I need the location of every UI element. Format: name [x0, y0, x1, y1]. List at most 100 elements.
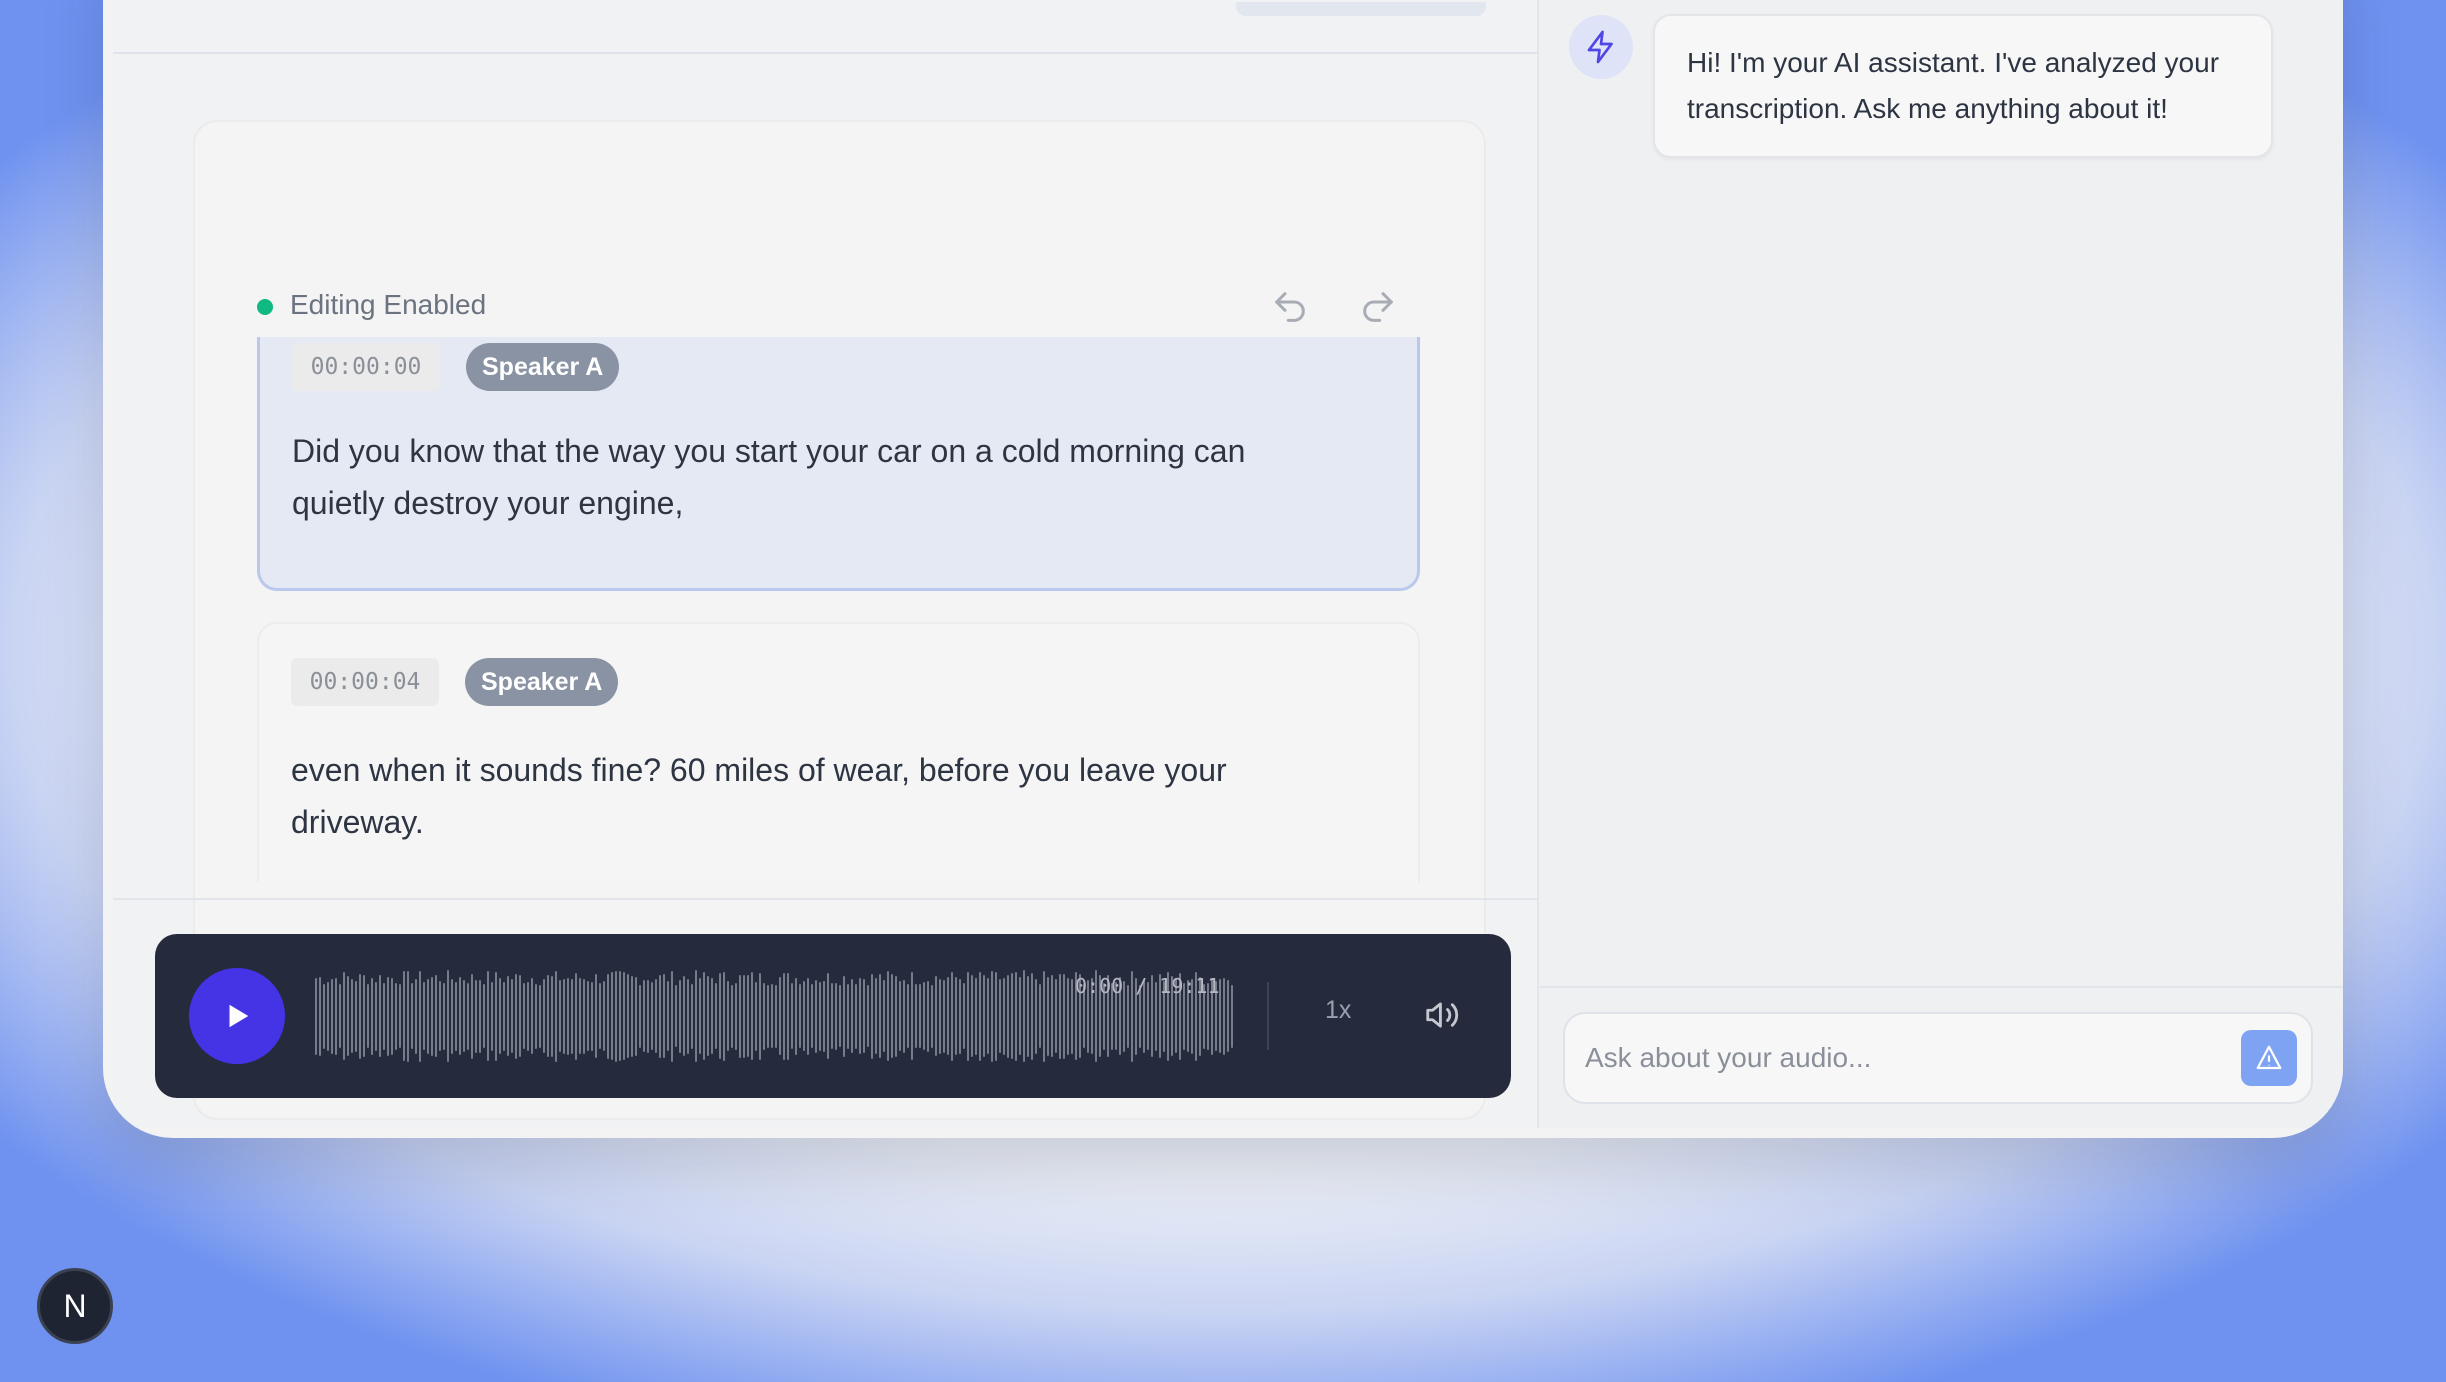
- waveform-bar: [959, 978, 961, 1054]
- waveform-bar: [519, 975, 521, 1057]
- waveform-bar: [783, 972, 785, 1060]
- waveform-bar: [423, 982, 425, 1050]
- chat-pane: Hi! I'm your AI assistant. I've analyzed…: [1537, 0, 2343, 1128]
- redo-button[interactable]: [1355, 284, 1401, 330]
- waveform-bar: [1019, 977, 1021, 1055]
- waveform-bar: [447, 970, 449, 1062]
- playback-speed-button[interactable]: 1x: [1325, 996, 1351, 1025]
- waveform-bar: [791, 983, 793, 1049]
- waveform-bar: [607, 973, 609, 1059]
- segment-text[interactable]: Did you know that the way you start your…: [292, 425, 1342, 529]
- volume-icon: [1426, 1002, 1459, 1028]
- waveform-bar: [891, 974, 893, 1058]
- waveform-bar: [763, 982, 765, 1050]
- waveform-bar: [415, 978, 417, 1054]
- volume-button[interactable]: [1417, 990, 1467, 1040]
- transcript-segment[interactable]: 00:00:00 Speaker A Did you know that the…: [257, 337, 1420, 591]
- waveform-bar: [439, 981, 441, 1051]
- waveform-bar: [1027, 975, 1029, 1057]
- waveform-bar: [715, 983, 717, 1049]
- chat-input-box: [1563, 1012, 2313, 1104]
- waveform-bar: [843, 975, 845, 1057]
- waveform-bar: [387, 976, 389, 1056]
- waveform-bar: [611, 972, 613, 1060]
- waveform-bar: [551, 975, 553, 1057]
- player-separator: [1267, 982, 1269, 1050]
- waveform-bar: [735, 982, 737, 1050]
- waveform-bar: [719, 973, 721, 1059]
- time-readout: 0:00 / 19:11: [1075, 974, 1220, 998]
- waveform-bar: [427, 978, 429, 1054]
- waveform-bar: [935, 976, 937, 1056]
- play-icon: [229, 1004, 249, 1028]
- waveform-bar: [331, 978, 333, 1054]
- waveform-bar: [335, 977, 337, 1055]
- waveform-bar: [435, 975, 437, 1057]
- chat-input[interactable]: [1585, 1030, 2205, 1086]
- waveform-bar: [979, 971, 981, 1061]
- waveform-bar: [431, 976, 433, 1056]
- waveform-bar: [795, 977, 797, 1055]
- waveform-bar: [1059, 973, 1061, 1059]
- waveform-bar: [923, 982, 925, 1050]
- speaker-badge[interactable]: Speaker A: [465, 658, 619, 706]
- waveform-bar: [411, 983, 413, 1049]
- waveform-bar: [523, 983, 525, 1049]
- waveform-bar: [747, 975, 749, 1057]
- waveform-bar: [879, 974, 881, 1058]
- transcript-segment[interactable]: 00:00:04 Speaker A even when it sounds f…: [257, 622, 1420, 882]
- waveform-bar: [675, 985, 677, 1047]
- segment-list[interactable]: 00:00:00 Speaker A Did you know that the…: [257, 337, 1422, 882]
- waveform-bar: [859, 978, 861, 1054]
- waveform-bar: [947, 977, 949, 1055]
- send-button[interactable]: [2241, 1030, 2297, 1086]
- waveform-bar: [391, 977, 393, 1055]
- waveform-bar: [703, 972, 705, 1060]
- bolt-icon: [1587, 30, 1613, 64]
- header-divider: [113, 52, 1537, 54]
- waveform-bar: [931, 984, 933, 1048]
- waveform-bar: [487, 971, 489, 1061]
- segment-timestamp[interactable]: 00:00:04: [291, 658, 439, 706]
- waveform-bar: [779, 977, 781, 1055]
- waveform-bar: [451, 978, 453, 1054]
- waveform-bar: [671, 970, 673, 1062]
- waveform-bar: [1023, 970, 1025, 1062]
- waveform-bar: [359, 973, 361, 1059]
- waveform-bar: [347, 976, 349, 1056]
- play-button[interactable]: [189, 968, 285, 1064]
- waveform-bar: [483, 984, 485, 1048]
- app-badge[interactable]: N: [37, 1268, 113, 1344]
- waveform-bar: [687, 978, 689, 1054]
- waveform-bar: [727, 981, 729, 1051]
- waveform-bar: [731, 984, 733, 1048]
- waveform-bar: [659, 974, 661, 1058]
- waveform-bar: [491, 981, 493, 1051]
- waveform-bar: [563, 978, 565, 1054]
- waveform-bar: [915, 984, 917, 1048]
- waveform-bar: [907, 984, 909, 1048]
- waveform-bar: [955, 977, 957, 1055]
- waveform-bar: [683, 976, 685, 1056]
- segment-text[interactable]: even when it sounds fine? 60 miles of we…: [291, 744, 1341, 848]
- waveform-bar: [643, 980, 645, 1052]
- waveform-bar: [827, 973, 829, 1059]
- waveform-bar: [339, 984, 341, 1048]
- waveform-bar: [759, 972, 761, 1060]
- speaker-badge[interactable]: Speaker A: [466, 343, 620, 391]
- segment-timestamp[interactable]: 00:00:00: [292, 343, 440, 391]
- waveform-bar: [343, 972, 345, 1060]
- waveform-bar: [667, 981, 669, 1051]
- waveform-bar: [771, 984, 773, 1048]
- waveform-bar: [619, 971, 621, 1061]
- waveform-bar: [663, 974, 665, 1058]
- waveform-bar: [991, 970, 993, 1062]
- undo-button[interactable]: [1267, 284, 1313, 330]
- waveform-bar: [367, 984, 369, 1048]
- waveform-bar: [999, 979, 1001, 1053]
- waveform-bar: [967, 971, 969, 1061]
- waveform-bar: [851, 979, 853, 1053]
- waveform-bar: [495, 971, 497, 1061]
- status-dot: [257, 299, 273, 315]
- waveform-bar: [595, 974, 597, 1058]
